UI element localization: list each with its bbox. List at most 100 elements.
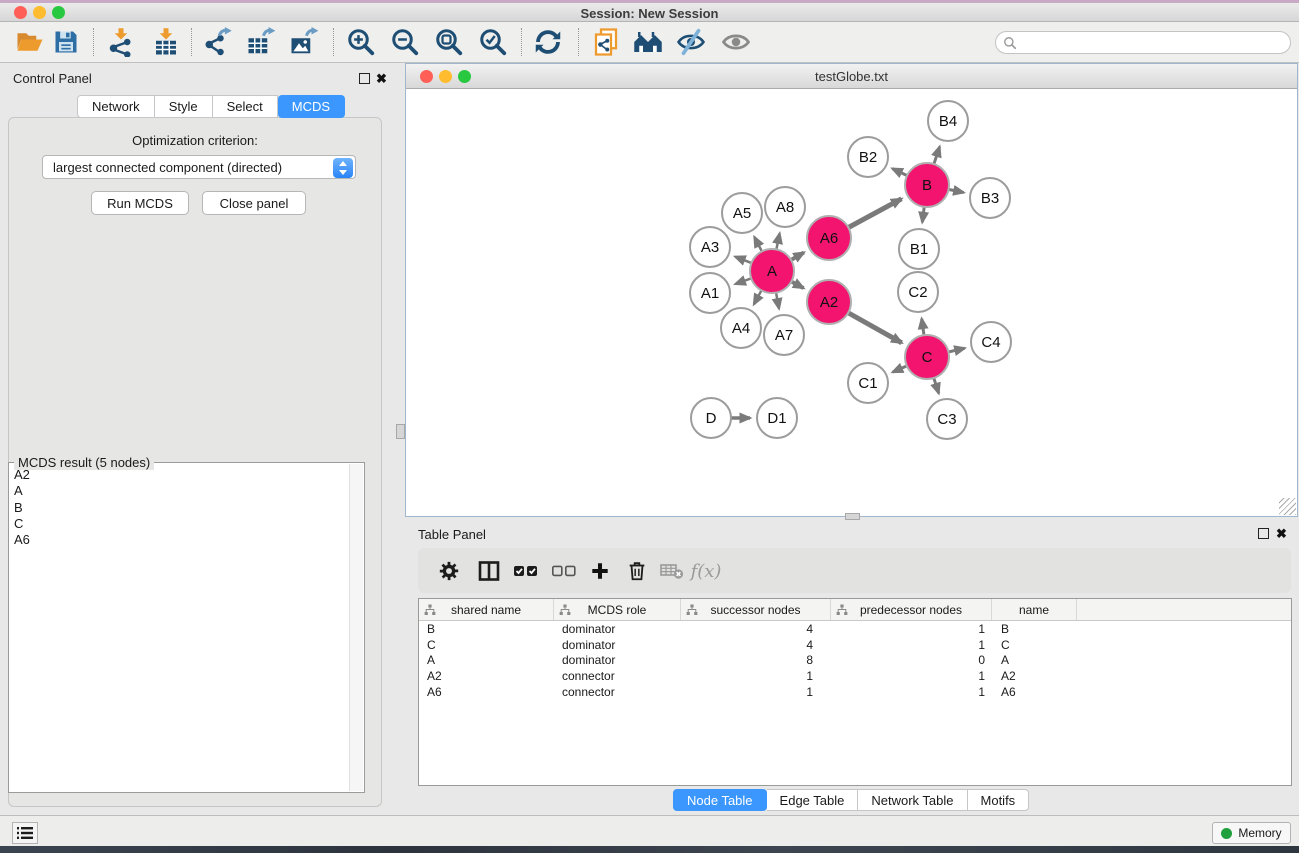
graph-node-A7[interactable]: A7	[763, 314, 805, 356]
table-cell[interactable]: A6	[992, 685, 1077, 699]
table-row[interactable]: A2connector11A2	[419, 668, 1291, 684]
graph-node-D[interactable]: D	[690, 397, 732, 439]
mcds-result-item[interactable]: A	[14, 483, 348, 499]
table-row[interactable]: A6connector11A6	[419, 684, 1291, 700]
zoom-out-icon[interactable]	[385, 24, 425, 60]
export-image-icon[interactable]	[284, 24, 324, 60]
criterion-select[interactable]: largest connected component (directed)	[42, 155, 356, 179]
tab-motifs[interactable]: Motifs	[968, 789, 1030, 811]
table-row[interactable]: Adominator80A	[419, 652, 1291, 668]
result-scrollbar[interactable]	[349, 464, 363, 791]
graph-node-A3[interactable]: A3	[689, 226, 731, 268]
mcds-result-list[interactable]: A2ABCA6	[10, 465, 348, 790]
column-header-successor-nodes[interactable]: successor nodes	[681, 599, 831, 620]
graph-node-D1[interactable]: D1	[756, 397, 798, 439]
table-cell[interactable]: dominator	[554, 622, 681, 636]
table-row[interactable]: Bdominator41B	[419, 621, 1291, 637]
table-cell[interactable]: dominator	[554, 653, 681, 667]
memory-button[interactable]: Memory	[1212, 822, 1291, 844]
select-all-columns-icon[interactable]	[510, 555, 542, 587]
open-folder-icon[interactable]	[10, 24, 50, 60]
tab-mcds[interactable]: MCDS	[278, 95, 345, 118]
column-header-mcds-role[interactable]: MCDS role	[554, 599, 681, 620]
graph-node-C3[interactable]: C3	[926, 398, 968, 440]
zoom-in-icon[interactable]	[341, 24, 381, 60]
splitter-handle-horizontal[interactable]	[845, 513, 860, 520]
graph-node-C1[interactable]: C1	[847, 362, 889, 404]
column-header-shared-name[interactable]: shared name	[419, 599, 554, 620]
table-row[interactable]: Cdominator41C	[419, 637, 1291, 653]
tab-edge-table[interactable]: Edge Table	[767, 789, 859, 811]
import-network-icon[interactable]	[101, 24, 141, 60]
table-cell[interactable]: B	[992, 622, 1077, 636]
table-cell[interactable]: 1	[831, 669, 992, 683]
network-window-titlebar[interactable]: testGlobe.txt	[406, 64, 1297, 89]
search-input[interactable]	[1017, 36, 1267, 50]
run-mcds-button[interactable]: Run MCDS	[91, 191, 189, 215]
graph-node-C[interactable]: C	[904, 334, 950, 380]
mcds-result-item[interactable]: B	[14, 500, 348, 516]
zoom-selected-icon[interactable]	[473, 24, 513, 60]
graph-node-B4[interactable]: B4	[927, 100, 969, 142]
search-box[interactable]	[995, 31, 1291, 54]
add-column-icon[interactable]	[584, 555, 616, 587]
table-cell[interactable]: connector	[554, 685, 681, 699]
table-cell[interactable]: 1	[831, 622, 992, 636]
deselect-all-columns-icon[interactable]	[548, 555, 580, 587]
gear-icon[interactable]	[433, 555, 465, 587]
table-cell[interactable]: connector	[554, 669, 681, 683]
table-cell[interactable]: 0	[831, 653, 992, 667]
network-canvas[interactable]: AA1A2A3A4A5A6A7A8BB1B2B3B4CC1C2C3C4DD1	[406, 89, 1297, 516]
node-table[interactable]: shared name MCDS role successor nodes pr…	[418, 598, 1292, 786]
graph-node-A8[interactable]: A8	[764, 186, 806, 228]
refresh-icon[interactable]	[528, 24, 568, 60]
copy-network-icon[interactable]	[586, 24, 626, 60]
table-cell[interactable]: 4	[681, 622, 831, 636]
hide-eye-icon[interactable]	[671, 24, 711, 60]
export-network-icon[interactable]	[198, 24, 238, 60]
tab-node-table[interactable]: Node Table	[673, 789, 767, 811]
graph-node-C2[interactable]: C2	[897, 271, 939, 313]
tab-network[interactable]: Network	[77, 95, 155, 118]
table-cell[interactable]: A6	[419, 685, 554, 699]
column-header-predecessor-nodes[interactable]: predecessor nodes	[831, 599, 992, 620]
graph-node-A1[interactable]: A1	[689, 272, 731, 314]
save-icon[interactable]	[46, 24, 86, 60]
table-cell[interactable]: A2	[992, 669, 1077, 683]
eye-icon[interactable]	[716, 24, 756, 60]
graph-node-A5[interactable]: A5	[721, 192, 763, 234]
table-cell[interactable]: 4	[681, 638, 831, 652]
delete-table-icon[interactable]	[656, 555, 688, 587]
table-cell[interactable]: 1	[681, 685, 831, 699]
graph-node-B2[interactable]: B2	[847, 136, 889, 178]
table-cell[interactable]: B	[419, 622, 554, 636]
graph-node-A[interactable]: A	[749, 248, 795, 294]
float-panel-icon[interactable]	[359, 73, 370, 84]
table-cell[interactable]: 1	[831, 685, 992, 699]
mcds-result-item[interactable]: C	[14, 516, 348, 532]
table-cell[interactable]: A2	[419, 669, 554, 683]
table-cell[interactable]: 1	[831, 638, 992, 652]
table-cell[interactable]: C	[992, 638, 1077, 652]
column-header-name[interactable]: name	[992, 599, 1077, 620]
close-table-panel-icon[interactable]: ✖	[1276, 528, 1287, 539]
graph-node-A4[interactable]: A4	[720, 307, 762, 349]
table-cell[interactable]: A	[992, 653, 1077, 667]
table-cell[interactable]: 1	[681, 669, 831, 683]
resize-grip[interactable]	[1279, 498, 1296, 515]
graph-node-B1[interactable]: B1	[898, 228, 940, 270]
houses-icon[interactable]	[628, 24, 668, 60]
tab-select[interactable]: Select	[213, 95, 278, 118]
table-cell[interactable]: 8	[681, 653, 831, 667]
function-builder-icon[interactable]: f(x)	[690, 555, 722, 587]
mcds-result-item[interactable]: A6	[14, 532, 348, 548]
graph-node-B[interactable]: B	[904, 162, 950, 208]
table-cell[interactable]: dominator	[554, 638, 681, 652]
close-panel-button[interactable]: Close panel	[202, 191, 306, 215]
graph-node-A2[interactable]: A2	[806, 279, 852, 325]
splitter-handle-vertical[interactable]	[396, 424, 405, 439]
task-history-button[interactable]	[12, 822, 38, 844]
delete-icon[interactable]	[621, 555, 653, 587]
table-cell[interactable]: C	[419, 638, 554, 652]
close-panel-icon[interactable]: ✖	[376, 73, 387, 84]
